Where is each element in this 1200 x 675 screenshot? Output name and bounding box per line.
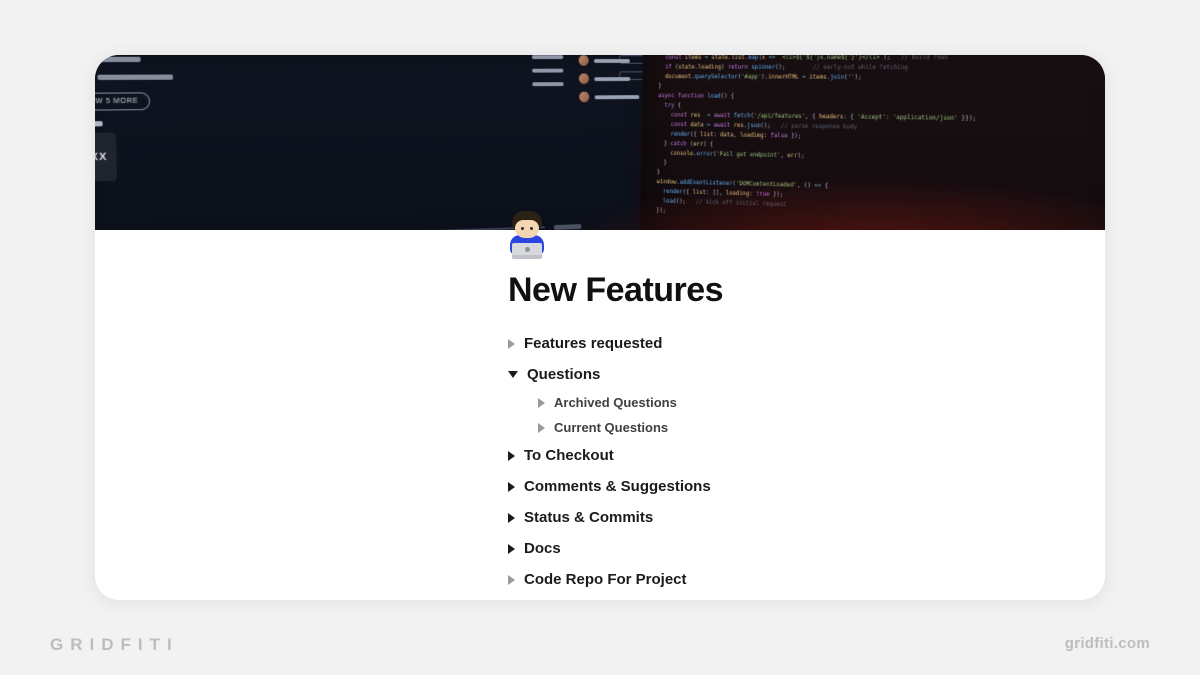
cover-show-more-button: SHOW 5 MORE [95,92,150,111]
toggle-row[interactable]: Status & Commits [508,502,1045,533]
chevron-right-icon[interactable] [508,544,515,554]
cover-album-tile: 2XXX [95,132,117,181]
toggle-row[interactable]: Code Repo For Project [508,564,1045,595]
toggle-label[interactable]: Comments & Suggestions [524,478,711,495]
toggle-label[interactable]: Status & Commits [524,509,653,526]
chevron-right-icon[interactable] [508,339,515,349]
toggle-label[interactable]: Current Questions [554,420,668,435]
toggle-item: Features requested [508,328,1045,359]
toggle-row[interactable]: Comments & Suggestions [508,471,1045,502]
toggle-row[interactable]: Features requested [508,328,1045,359]
toggle-item: Questions Archived Questions Current Quest… [508,359,1045,440]
cover-left-monitor: SHOW 5 MORE 2XXX [95,55,665,230]
watermark-domain: gridfiti.com [1065,636,1150,651]
toggle-children: Archived Questions Current Questions [508,390,1045,440]
page-content: New Features Features requested Questions… [508,271,1045,600]
page-card: SHOW 5 MORE 2XXX [95,55,1105,600]
toggle-label[interactable]: Code Repo For Project [524,571,687,588]
toggle-label[interactable]: Features requested [524,335,662,352]
chevron-right-icon[interactable] [508,513,515,523]
chevron-right-icon[interactable] [508,575,515,585]
toggle-item: Docs [508,533,1045,564]
page-icon[interactable] [501,207,553,259]
toggle-row[interactable]: Archived Questions [538,390,1045,415]
toggle-row[interactable]: Current Questions [538,415,1045,440]
watermark-brand: GRIDFITI [50,636,179,653]
page-title[interactable]: New Features [508,271,1045,310]
chevron-right-icon[interactable] [508,451,515,461]
toggle-item: To Checkout [508,440,1045,471]
toggle-label[interactable]: Docs [524,540,561,557]
cover-right-monitor: function render(state) { const items = s… [639,55,1105,230]
chevron-right-icon[interactable] [538,423,545,433]
toggle-row[interactable]: Questions [508,359,1045,390]
technologist-emoji-icon [503,211,551,259]
toggle-item: Code Repo For Project [508,564,1045,595]
chevron-right-icon[interactable] [508,482,515,492]
toggle-label[interactable]: Questions [527,366,600,383]
cover-image: SHOW 5 MORE 2XXX [95,55,1105,230]
toggle-item: Comments & Suggestions [508,471,1045,502]
toggle-list: Features requested Questions Archived Ques… [508,328,1045,595]
toggle-row[interactable]: To Checkout [508,440,1045,471]
toggle-row[interactable]: Docs [508,533,1045,564]
chevron-down-icon[interactable] [508,371,518,378]
chevron-right-icon[interactable] [538,398,545,408]
toggle-item: Status & Commits [508,502,1045,533]
toggle-label[interactable]: Archived Questions [554,395,677,410]
toggle-label[interactable]: To Checkout [524,447,614,464]
